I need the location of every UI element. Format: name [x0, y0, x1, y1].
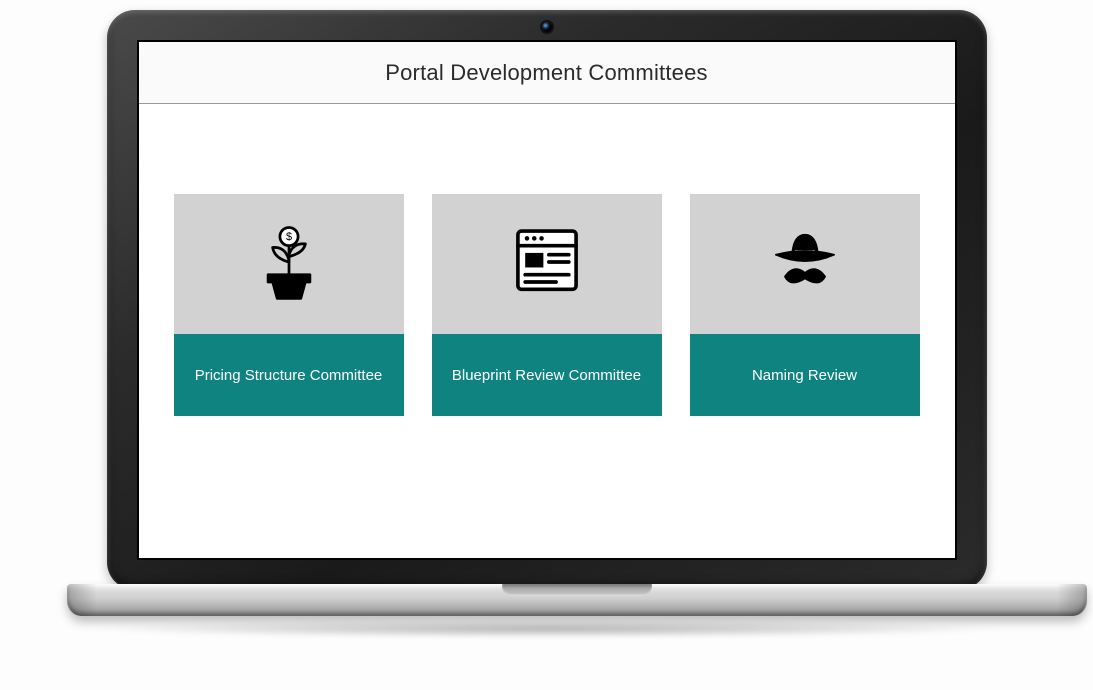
page-header: Portal Development Committees [139, 42, 955, 104]
card-naming-review[interactable]: Naming Review [690, 194, 920, 416]
hat-mustache-icon [765, 222, 845, 307]
camera-icon [542, 22, 552, 32]
card-blueprint-review[interactable]: Blueprint Review Committee [432, 194, 662, 416]
laptop-base [67, 584, 1087, 616]
card-label: Naming Review [690, 334, 920, 416]
card-label: Blueprint Review Committee [432, 334, 662, 416]
page-body: Pricing Structure Committee Blueprint Re… [139, 104, 955, 558]
webpage-icon [507, 222, 587, 307]
money-plant-icon [249, 222, 329, 307]
laptop-mockup: Portal Development Committees Pricing St… [67, 10, 1027, 638]
card-grid: Pricing Structure Committee Blueprint Re… [174, 194, 920, 416]
laptop-notch [502, 584, 652, 596]
laptop-shadow [87, 620, 1007, 638]
card-label: Pricing Structure Committee [174, 334, 404, 416]
card-thumb [174, 194, 404, 334]
page-title: Portal Development Committees [385, 60, 707, 86]
laptop-bezel: Portal Development Committees Pricing St… [107, 10, 987, 590]
screen: Portal Development Committees Pricing St… [137, 40, 957, 560]
card-thumb [432, 194, 662, 334]
card-pricing-structure[interactable]: Pricing Structure Committee [174, 194, 404, 416]
card-thumb [690, 194, 920, 334]
